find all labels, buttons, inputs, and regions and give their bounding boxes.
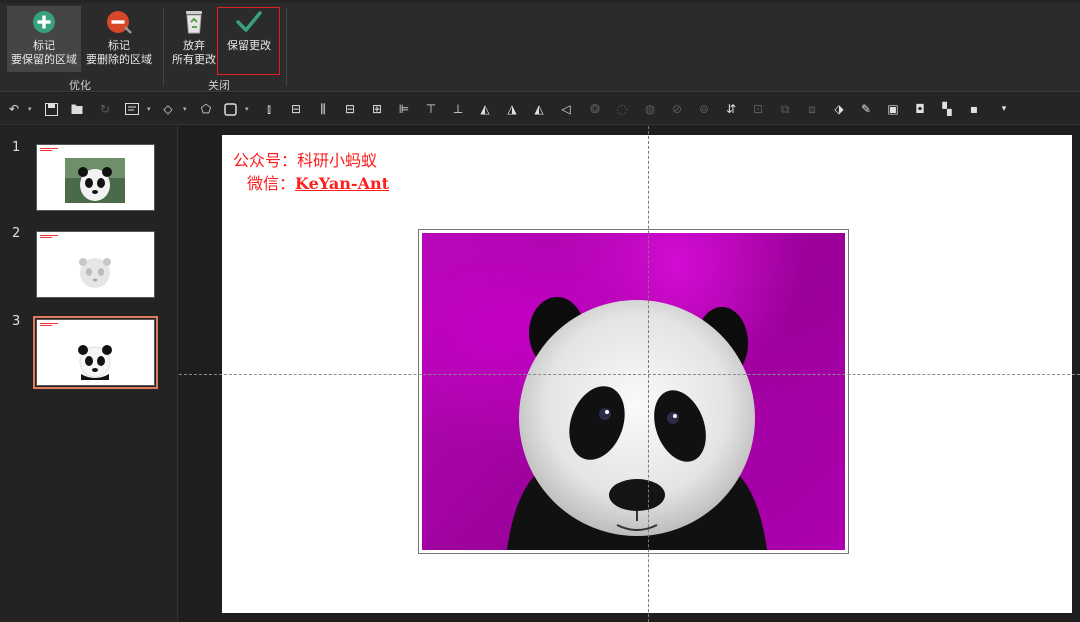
distribute-h-icon[interactable]: ⊤ xyxy=(423,101,439,117)
bring-forward-icon[interactable]: ▣ xyxy=(885,101,901,117)
slide-caption-line1: 公众号：科研小蚂蚁 xyxy=(233,151,378,170)
ribbon-top-strip xyxy=(0,0,1080,3)
mark-remove-areas-button[interactable]: 标记 要删除的区域 xyxy=(82,6,156,72)
align-right-icon[interactable]: ⫼ xyxy=(315,101,331,117)
mark-remove-label-1: 标记 xyxy=(108,39,130,52)
crop-icon-3[interactable]: ⧈ xyxy=(804,101,820,117)
discard-all-changes-button[interactable]: 放弃 所有更改 xyxy=(169,6,219,72)
align-left-icon[interactable]: ⫾ xyxy=(261,101,277,117)
flip-icon-3[interactable]: ◭ xyxy=(531,101,547,117)
crop-icon[interactable]: ⊡ xyxy=(750,101,766,117)
panda-photo-with-removal-overlay[interactable] xyxy=(422,233,845,550)
mini-text-lines xyxy=(40,323,58,328)
slide-thumbnail-pane: 1 2 3 xyxy=(0,126,178,622)
merge-icon[interactable]: ◍ xyxy=(642,101,658,117)
wechat-id: KeYan-Ant xyxy=(295,174,390,193)
wechat-label: 微信： xyxy=(247,174,296,193)
send-backward-icon[interactable]: ◘ xyxy=(912,101,928,117)
align-top-icon[interactable]: ⊟ xyxy=(342,101,358,117)
undo-dropdown-icon[interactable]: ▾ xyxy=(28,105,32,113)
mark-remove-label-2: 要删除的区域 xyxy=(86,53,152,66)
flip-icon-2[interactable]: ◮ xyxy=(504,101,520,117)
align-middle-icon[interactable]: ⊞ xyxy=(369,101,385,117)
redo-icon[interactable]: ↻ xyxy=(97,101,113,117)
align-bottom-icon[interactable]: ⊫ xyxy=(396,101,412,117)
slide-caption-line2: 微信：KeYan-Ant xyxy=(247,170,389,194)
discard-label-1: 放弃 xyxy=(183,39,205,52)
group-separator xyxy=(163,8,164,86)
outline-icon[interactable] xyxy=(222,101,238,117)
group-label-close: 关闭 xyxy=(208,79,230,92)
undo-icon[interactable]: ↶ xyxy=(6,101,22,117)
textbox-icon[interactable] xyxy=(124,101,140,117)
mini-text-lines xyxy=(40,235,58,240)
open-icon[interactable] xyxy=(70,101,86,117)
mark-keep-label-1: 标记 xyxy=(33,39,55,52)
shape-fill-icon[interactable]: ◇ xyxy=(160,101,176,117)
slide-number: 2 xyxy=(12,226,21,241)
minus-circle-icon xyxy=(105,8,133,36)
horizontal-smart-guide xyxy=(179,374,1080,375)
arrange-icon[interactable]: ▚ xyxy=(939,101,955,117)
plus-circle-icon xyxy=(30,8,58,36)
mini-text-lines xyxy=(40,148,58,153)
slide-thumbnail-3[interactable] xyxy=(33,316,158,389)
text-direction-icon[interactable]: ⇵ xyxy=(723,101,739,117)
panda-image xyxy=(507,297,767,550)
format-icon[interactable]: ⬗ xyxy=(831,101,847,117)
recycle-bin-icon xyxy=(180,8,208,36)
save-icon[interactable] xyxy=(43,101,59,117)
annotation-highlight-box xyxy=(217,7,280,75)
shape-icon[interactable]: ⬠ xyxy=(198,101,214,117)
mark-keep-areas-button[interactable]: 标记 要保留的区域 xyxy=(7,6,81,72)
thumb-panda-faded xyxy=(79,258,111,288)
crop-icon-2[interactable]: ⧉ xyxy=(777,101,793,117)
background-removal-image-frame[interactable] xyxy=(418,229,849,554)
link-icon[interactable]: ⊘ xyxy=(669,101,685,117)
distribute-v-icon[interactable]: ⊥ xyxy=(450,101,466,117)
ungroup-icon[interactable]: ◌ xyxy=(614,101,630,117)
size-icon[interactable]: ▪ xyxy=(966,101,982,117)
rotate-icon[interactable]: ◁ xyxy=(558,101,574,117)
thumb-panda-original xyxy=(65,158,125,203)
ribbon: 标记 要保留的区域 标记 要删除的区域 放弃 所有更改 保留更改 优化 关闭 xyxy=(0,0,1080,92)
more-icon[interactable]: ▾ xyxy=(996,101,1012,117)
group-label-refine: 优化 xyxy=(69,79,91,92)
flip-icon[interactable]: ◭ xyxy=(477,101,493,117)
mark-keep-label-2: 要保留的区域 xyxy=(11,53,77,66)
thumb-panda-cutout xyxy=(78,345,112,380)
align-center-icon[interactable]: ⊟ xyxy=(288,101,304,117)
slide-thumbnail-2[interactable] xyxy=(36,231,155,298)
group-separator-2 xyxy=(286,8,287,86)
group-icon[interactable]: ❂ xyxy=(587,101,603,117)
discard-label-2: 所有更改 xyxy=(172,53,216,66)
outline-dropdown-icon[interactable]: ▾ xyxy=(245,105,249,113)
slide-number: 1 xyxy=(12,140,21,155)
quick-toolbar: ↶ ▾ ↻ ▾ ◇ ▾ ⬠ ▾ ⫾ ⊟ ⫼ ⊟ ⊞ ⊫ ⊤ ⊥ ◭ ◮ ◭ ◁ … xyxy=(0,93,1080,125)
combine-icon[interactable]: ⊚ xyxy=(696,101,712,117)
shape-fill-dropdown-icon[interactable]: ▾ xyxy=(183,105,187,113)
slide-thumbnail-1[interactable] xyxy=(36,144,155,211)
textbox-dropdown-icon[interactable]: ▾ xyxy=(147,105,151,113)
brush-icon[interactable]: ✎ xyxy=(858,101,874,117)
slide-number: 3 xyxy=(12,314,21,329)
